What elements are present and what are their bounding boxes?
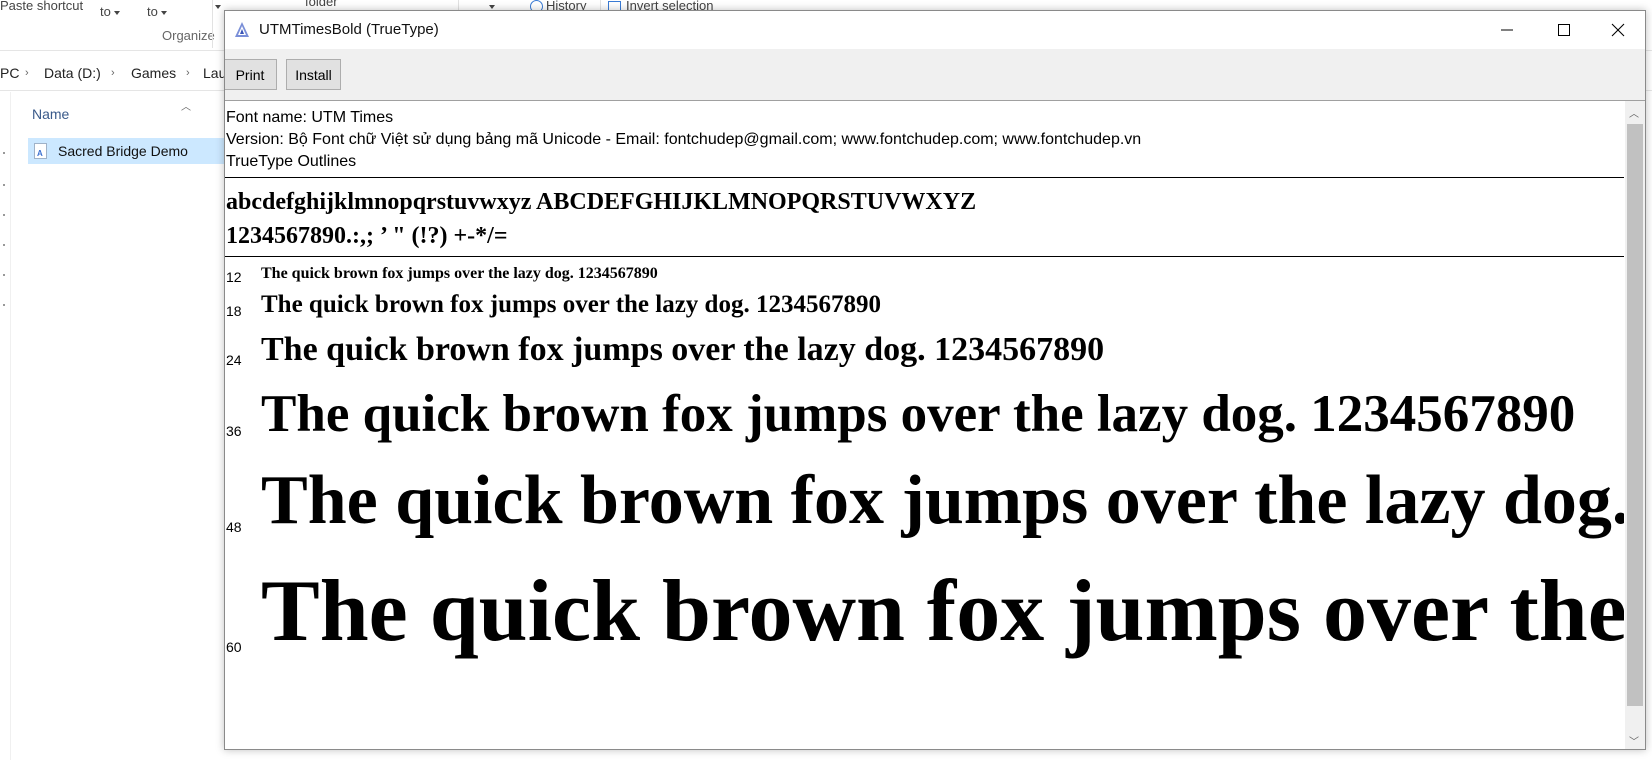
move-to-button[interactable]: to: [100, 4, 120, 19]
paste-shortcut-button[interactable]: Paste shortcut: [0, 0, 83, 13]
pin-icon: [3, 304, 5, 306]
install-button[interactable]: Install: [286, 59, 341, 90]
font-app-icon: [235, 22, 249, 37]
minimize-icon: [1501, 29, 1513, 31]
title-bar[interactable]: UTMTimesBold (TrueType): [225, 11, 1645, 49]
sample-size-label: 60: [226, 639, 242, 655]
breadcrumb-games[interactable]: Games: [131, 65, 176, 81]
sample-size-label: 36: [226, 423, 242, 439]
copy-to-button[interactable]: to: [147, 4, 167, 19]
font-file-icon: A: [34, 143, 47, 159]
breadcrumb-chevron-icon: ›: [111, 67, 115, 79]
sample-text-48: The quick brown fox jumps over the lazy …: [261, 462, 1624, 539]
sort-ascending-icon: ︿: [181, 102, 191, 113]
divider: [225, 256, 1624, 257]
toolbar: Print Install: [225, 49, 1645, 101]
move-to-label: to: [100, 4, 111, 19]
font-version-info: Version: Bộ Font chữ Việt sử dụng bảng m…: [226, 131, 1142, 148]
sample-size-label: 24: [226, 352, 242, 368]
scroll-down-arrow-icon[interactable]: ﹀: [1629, 733, 1639, 748]
vertical-scrollbar[interactable]: ︿ ﹀: [1625, 101, 1645, 749]
name-column-header[interactable]: Name: [32, 106, 69, 122]
maximize-icon: [1558, 24, 1570, 36]
close-icon: [1611, 23, 1625, 37]
window-title: UTMTimesBold (TrueType): [259, 21, 439, 38]
pin-icon: [3, 152, 5, 154]
close-button[interactable]: [1589, 11, 1645, 49]
chevron-down-icon: [215, 4, 221, 9]
font-preview-area: Font name: UTM Times Version: Bộ Font ch…: [225, 101, 1624, 749]
new-item-dropdown[interactable]: [212, 0, 221, 13]
sample-text-60: The quick brown fox jumps over the lazy …: [261, 563, 1624, 660]
font-outline-info: TrueType Outlines: [226, 153, 357, 170]
maximize-button[interactable]: [1535, 11, 1593, 49]
new-folder-button[interactable]: folder: [305, 0, 338, 9]
font-viewer-window: UTMTimesBold (TrueType) Print Install Fo…: [224, 10, 1646, 750]
breadcrumb-launcher[interactable]: Lau: [203, 65, 226, 81]
sample-text-24: The quick brown fox jumps over the lazy …: [261, 331, 1105, 368]
chevron-down-icon: [113, 10, 120, 15]
breadcrumb-data-drive[interactable]: Data (D:): [44, 65, 101, 81]
scrollbar-thumb[interactable]: [1627, 124, 1643, 706]
sample-text-12: The quick brown fox jumps over the lazy …: [261, 265, 658, 282]
minimize-button[interactable]: [1478, 11, 1536, 49]
organize-group-label: Organize: [162, 28, 215, 43]
breadcrumb-this-pc[interactable]: PC: [0, 65, 19, 81]
character-set-letters: abcdefghijklmnopqrstuvwxyz ABCDEFGHIJKLM…: [226, 189, 977, 215]
navigation-pane: [0, 92, 11, 760]
pin-icon: [3, 244, 5, 246]
font-name-info: Font name: UTM Times: [226, 109, 394, 126]
character-set-digits: 1234567890.:,; ’ " (!?) +-*/=: [226, 223, 508, 249]
breadcrumb-chevron-icon: ›: [25, 67, 29, 79]
file-name: Sacred Bridge Demo: [58, 143, 188, 159]
copy-to-label: to: [147, 4, 158, 19]
chevron-down-icon: [160, 10, 167, 15]
sample-text-36: The quick brown fox jumps over the lazy …: [261, 385, 1576, 443]
breadcrumb-chevron-icon: ›: [186, 67, 190, 79]
print-button[interactable]: Print: [225, 59, 277, 90]
divider: [225, 177, 1624, 178]
scroll-up-arrow-icon[interactable]: ︿: [1629, 105, 1639, 120]
chevron-down-icon: [489, 4, 495, 9]
sample-size-label: 18: [226, 303, 242, 319]
pin-icon: [3, 274, 5, 276]
sample-text-18: The quick brown fox jumps over the lazy …: [261, 291, 881, 318]
pin-icon: [3, 184, 5, 186]
sample-size-label: 48: [226, 519, 242, 535]
file-list-item[interactable]: A Sacred Bridge Demo: [28, 138, 228, 164]
pin-icon: [3, 214, 5, 216]
sample-size-label: 12: [226, 269, 242, 285]
